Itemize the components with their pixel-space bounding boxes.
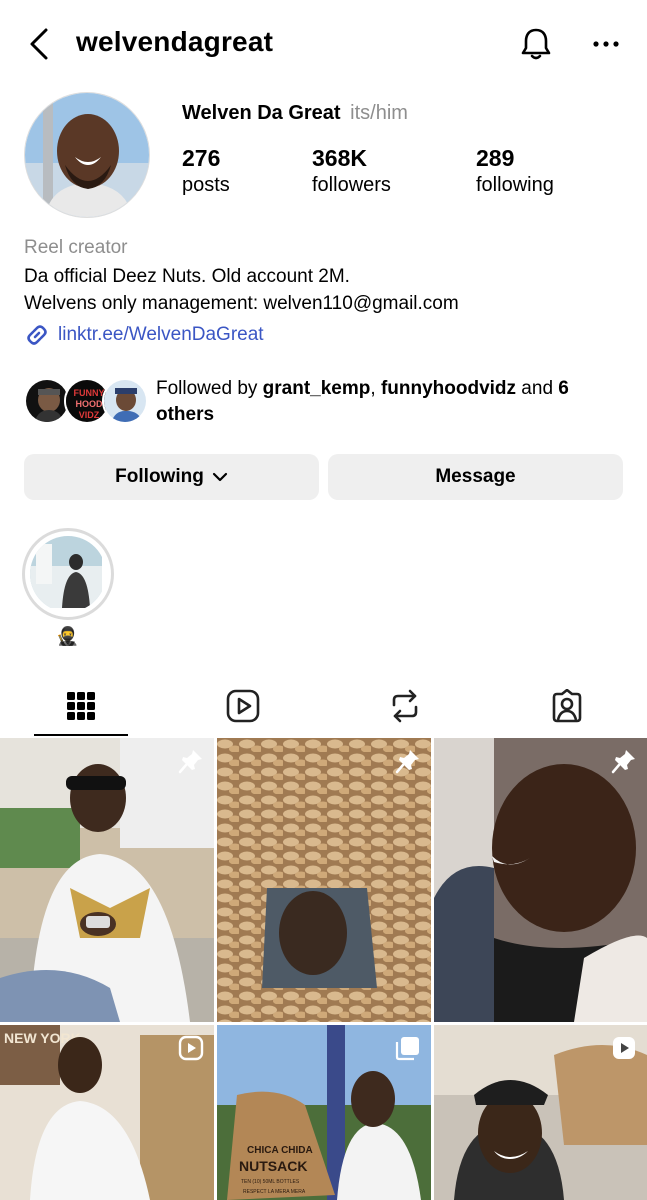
bio-line: Da official Deez Nuts. Old account 2M. — [24, 266, 350, 287]
bell-icon[interactable] — [518, 26, 554, 62]
stat-label: posts — [182, 174, 230, 196]
mutual-user: funnyhoodvidz — [380, 378, 517, 399]
sack-brand-text: CHICA CHIDA — [247, 1145, 313, 1156]
story-highlight[interactable] — [22, 528, 114, 620]
post-tile[interactable] — [434, 1025, 647, 1200]
tab-reposts[interactable] — [324, 676, 486, 736]
post-tile[interactable] — [0, 738, 214, 1022]
stat-following[interactable]: 289 following — [476, 145, 554, 197]
more-options-icon[interactable] — [592, 36, 620, 52]
profile-link[interactable]: linktr.ee/WelvenDaGreat — [24, 322, 264, 348]
stat-posts[interactable]: 276 posts — [182, 145, 230, 197]
others-label: others — [156, 404, 215, 425]
stat-label: following — [476, 174, 554, 196]
stat-followers[interactable]: 368K followers — [312, 145, 391, 197]
bio-line: Welvens only management: welven110@gmail… — [24, 293, 459, 314]
chevron-down-icon — [212, 472, 227, 482]
post-tile[interactable]: CHICA CHIDA NUTSACK TEN (10) 50ML BOTTLE… — [217, 1025, 431, 1200]
message-button[interactable]: Message — [328, 454, 623, 500]
reel-badge-icon — [178, 1035, 204, 1061]
stat-value: 276 — [182, 145, 221, 171]
stat-value: 289 — [476, 145, 515, 171]
pin-icon — [178, 750, 202, 774]
following-label: Following — [115, 466, 204, 487]
link-text: linktr.ee/WelvenDaGreat — [58, 324, 264, 345]
reels-icon — [226, 689, 260, 723]
others-count: 6 — [558, 378, 569, 399]
highlight-label: 🥷 — [56, 626, 79, 646]
funny-text: FUNNY — [74, 388, 105, 398]
mutual-followers-avatars[interactable]: FUNNY HOOD VIDZ — [24, 378, 148, 426]
profile-bio: Da official Deez Nuts. Old account 2M. W… — [24, 263, 459, 317]
mutual-user: grant_kemp — [262, 378, 371, 399]
svg-text:VIDZ: VIDZ — [79, 410, 100, 420]
grid-icon — [67, 692, 95, 720]
posts-grid: NEW YORK CHICA CHIDA NUTSACK TEN (10) 50… — [0, 738, 647, 1200]
svg-text:HOOD: HOOD — [76, 399, 104, 409]
profile-username: welvendagreat — [76, 26, 274, 57]
profile-avatar[interactable] — [24, 92, 150, 218]
tab-posts-grid[interactable] — [0, 676, 162, 736]
profile-category: Reel creator — [24, 237, 128, 258]
sack-foot-text: RESPECT LA MERA MERA — [243, 1189, 306, 1195]
pin-icon — [395, 750, 419, 774]
reposts-icon — [392, 689, 418, 723]
and-text: and — [516, 378, 559, 399]
back-arrow-icon[interactable] — [26, 26, 56, 62]
sack-sub-text: TEN (10) 50ML BOTTLES — [241, 1179, 300, 1185]
reel-badge-icon — [613, 1037, 635, 1059]
display-name: Welven Da Great — [182, 102, 341, 124]
carousel-icon — [395, 1037, 419, 1061]
top-bar: welvendagreat — [0, 0, 647, 90]
followed-by-text[interactable]: Followed by grant_kemp, funnyhoodvidz an… — [156, 376, 626, 428]
pin-icon — [611, 750, 635, 774]
post-tile[interactable]: NEW YORK — [0, 1025, 214, 1200]
followed-prefix: Followed by — [156, 378, 263, 399]
link-icon — [27, 325, 47, 345]
profile-name-row: Welven Da Great its/him — [182, 102, 408, 125]
tab-reels[interactable] — [162, 676, 324, 736]
separator: , — [370, 378, 381, 399]
mutual-avatar — [102, 378, 148, 424]
tagged-icon — [552, 689, 582, 723]
pronouns: its/him — [350, 102, 408, 124]
profile-tabs — [0, 676, 647, 736]
sack-name-text: NUTSACK — [239, 1158, 307, 1174]
post-tile[interactable] — [434, 738, 647, 1022]
following-button[interactable]: Following — [24, 454, 319, 500]
stat-label: followers — [312, 174, 391, 196]
tab-tagged[interactable] — [486, 676, 647, 736]
post-tile[interactable] — [217, 738, 431, 1022]
stat-value: 368K — [312, 145, 367, 171]
